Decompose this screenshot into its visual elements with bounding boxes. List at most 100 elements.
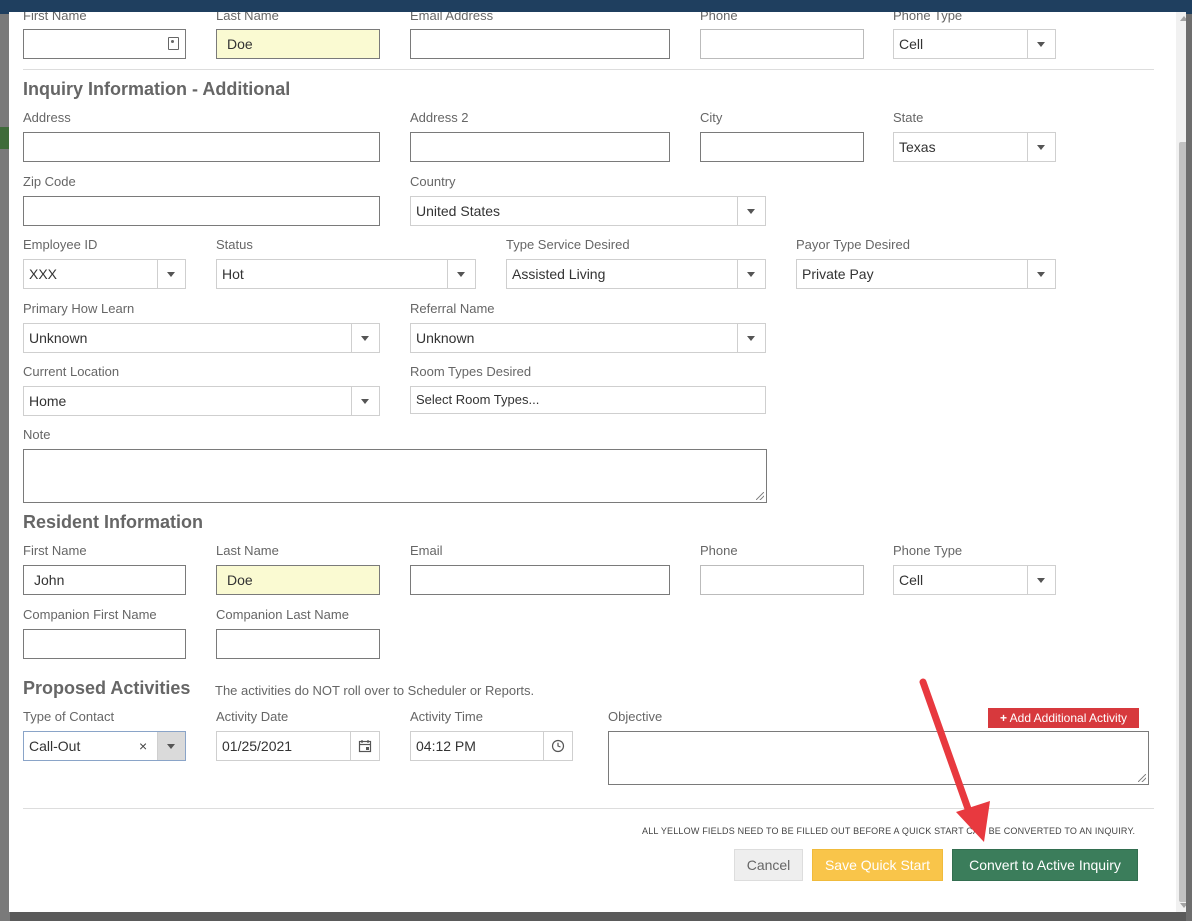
section-title-resident: Resident Information — [23, 512, 204, 532]
modal-scrollbar[interactable] — [1176, 12, 1186, 912]
type-service-select[interactable]: Assisted Living — [506, 259, 766, 289]
companion-first-name-input[interactable] — [23, 629, 186, 659]
cancel-button[interactable]: Cancel — [734, 849, 803, 881]
contact-phone-type-label: Phone Type — [893, 12, 963, 23]
scroll-down-icon[interactable] — [1180, 903, 1186, 908]
chevron-down-icon[interactable] — [1027, 30, 1055, 58]
clock-icon[interactable] — [543, 732, 572, 760]
activity-time-value: 04:12 PM — [416, 738, 476, 754]
address-input[interactable] — [23, 132, 380, 162]
chevron-down-icon[interactable] — [157, 732, 185, 760]
zip-input[interactable] — [23, 196, 380, 226]
state-label: State — [893, 110, 924, 125]
zip-label: Zip Code — [23, 174, 76, 189]
contact-email-label: Email Address — [410, 12, 494, 23]
resident-first-name-label: First Name — [23, 543, 87, 558]
activity-date-value: 01/25/2021 — [222, 738, 293, 754]
resize-grip-icon[interactable] — [756, 492, 764, 500]
resident-phone-type-select[interactable]: Cell — [893, 565, 1056, 595]
footer-divider — [23, 808, 1154, 809]
status-label: Status — [216, 237, 253, 252]
employee-id-label: Employee ID — [23, 237, 98, 252]
resize-grip-icon[interactable] — [1138, 774, 1146, 782]
current-location-select[interactable]: Home — [23, 386, 380, 416]
contact-phone-input[interactable] — [700, 29, 864, 59]
contact-phone-type-select[interactable]: Cell — [893, 29, 1056, 59]
chevron-down-icon[interactable] — [1027, 133, 1055, 161]
state-select[interactable]: Texas — [893, 132, 1056, 162]
type-service-value: Assisted Living — [512, 266, 606, 282]
employee-id-value: XXX — [29, 266, 58, 282]
country-select[interactable]: United States — [410, 196, 766, 226]
type-service-label: Type Service Desired — [506, 237, 630, 252]
country-value: United States — [416, 203, 501, 219]
section-title-additional: Inquiry Information - Additional — [23, 79, 291, 99]
address2-input[interactable] — [410, 132, 670, 162]
convert-to-active-inquiry-button[interactable]: Convert to Active Inquiry — [952, 849, 1138, 881]
activities-description: The activities do NOT roll over to Sched… — [215, 683, 535, 698]
add-additional-activity-button[interactable]: + Add Additional Activity — [988, 708, 1139, 728]
room-types-multiselect[interactable]: Select Room Types... — [410, 386, 766, 414]
primary-how-learn-value: Unknown — [29, 330, 88, 346]
chevron-down-icon[interactable] — [737, 260, 765, 288]
resident-email-label: Email — [410, 543, 443, 558]
quick-start-modal: First Name Last Name Doe Email Address P… — [9, 12, 1186, 912]
objective-label: Objective — [608, 709, 663, 724]
payor-type-select[interactable]: Private Pay — [796, 259, 1056, 289]
contact-phone-type-value: Cell — [899, 36, 924, 52]
contact-first-name-label: First Name — [23, 12, 87, 23]
objective-textarea[interactable] — [608, 731, 1149, 785]
contact-email-input[interactable] — [410, 29, 670, 59]
status-select[interactable]: Hot — [216, 259, 476, 289]
add-activity-label: Add Additional Activity — [1009, 711, 1128, 725]
chevron-down-icon[interactable] — [351, 324, 379, 352]
city-input[interactable] — [700, 132, 864, 162]
contact-last-name-label: Last Name — [216, 12, 279, 23]
section-title-activities: Proposed Activities — [23, 678, 191, 698]
chevron-down-icon[interactable] — [447, 260, 475, 288]
contact-card-icon[interactable] — [168, 37, 179, 50]
current-location-label: Current Location — [23, 364, 120, 379]
save-quick-start-button[interactable]: Save Quick Start — [812, 849, 943, 881]
plus-icon: + — [999, 711, 1007, 725]
scroll-up-icon[interactable] — [1180, 16, 1186, 21]
contact-first-name-input[interactable] — [23, 29, 186, 59]
chevron-down-icon[interactable] — [351, 387, 379, 415]
note-textarea[interactable] — [23, 449, 767, 503]
employee-id-select[interactable]: XXX — [23, 259, 186, 289]
activity-time-label: Activity Time — [410, 709, 483, 724]
resident-phone-type-value: Cell — [899, 572, 924, 588]
payor-type-value: Private Pay — [802, 266, 874, 282]
background-page-right — [1186, 14, 1192, 921]
note-label: Note — [23, 427, 51, 442]
activity-time-picker[interactable]: 04:12 PM — [410, 731, 573, 761]
section-divider — [23, 69, 1154, 70]
city-label: City — [700, 110, 723, 125]
companion-last-name-input[interactable] — [216, 629, 380, 659]
clear-icon[interactable]: × — [139, 738, 147, 754]
type-contact-combobox[interactable]: Call-Out × — [23, 731, 186, 761]
chevron-down-icon[interactable] — [157, 260, 185, 288]
chevron-down-icon[interactable] — [737, 197, 765, 225]
scroll-thumb[interactable] — [1179, 142, 1186, 902]
resident-phone-label: Phone — [700, 543, 738, 558]
primary-how-learn-select[interactable]: Unknown — [23, 323, 380, 353]
type-contact-label: Type of Contact — [23, 709, 115, 724]
address-label: Address — [23, 110, 71, 125]
resident-email-input[interactable] — [410, 565, 670, 595]
activity-date-picker[interactable]: 01/25/2021 — [216, 731, 380, 761]
resident-first-name-input[interactable]: John — [23, 565, 186, 595]
calendar-icon[interactable] — [350, 732, 379, 760]
country-label: Country — [410, 174, 456, 189]
contact-last-name-input[interactable]: Doe — [216, 29, 380, 59]
type-contact-value: Call-Out — [29, 738, 81, 754]
referral-name-select[interactable]: Unknown — [410, 323, 766, 353]
resident-last-name-input[interactable]: Doe — [216, 565, 380, 595]
contact-phone-label: Phone — [700, 12, 738, 23]
chevron-down-icon[interactable] — [737, 324, 765, 352]
chevron-down-icon[interactable] — [1027, 260, 1055, 288]
current-location-value: Home — [29, 393, 67, 409]
referral-name-value: Unknown — [416, 330, 475, 346]
chevron-down-icon[interactable] — [1027, 566, 1055, 594]
resident-phone-input[interactable] — [700, 565, 864, 595]
